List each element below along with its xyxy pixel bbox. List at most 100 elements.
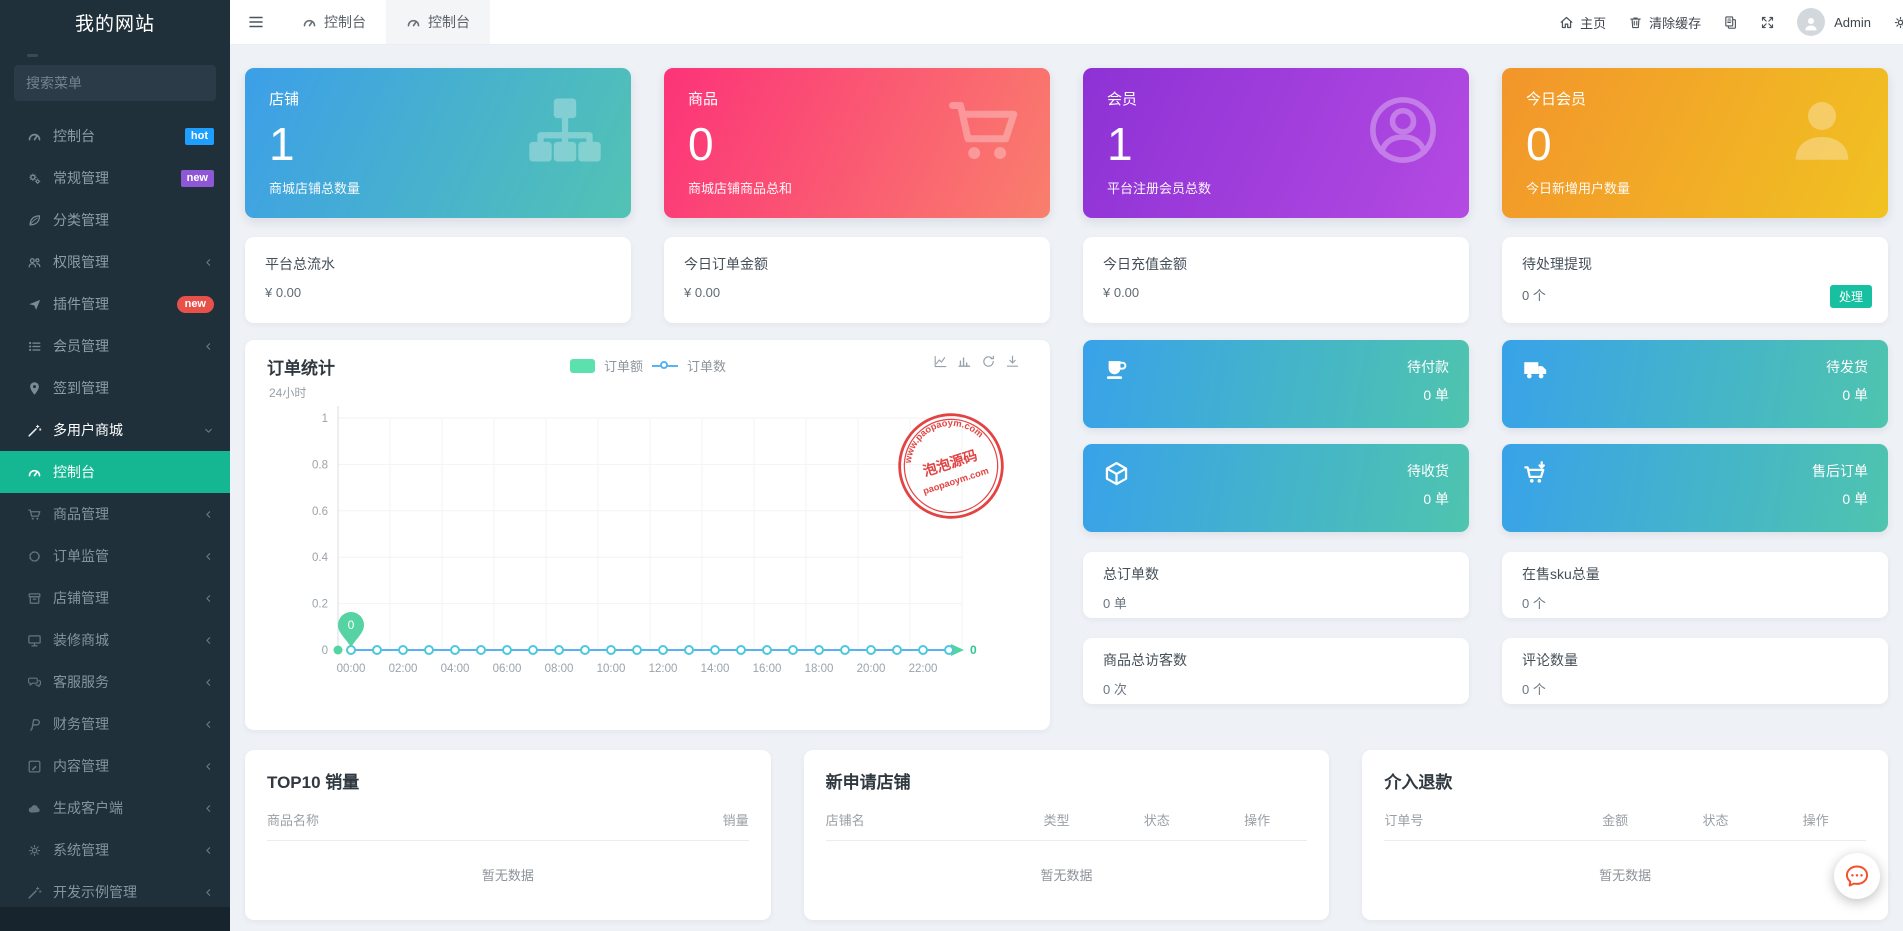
chevron-left-icon <box>203 509 214 520</box>
sidebar-item-category[interactable]: 分类管理 <box>0 199 230 241</box>
fullscreen-button[interactable] <box>1760 15 1775 30</box>
magic-wand-icon <box>27 423 42 438</box>
card-pending-receive[interactable]: 待收货 0 单 <box>1083 444 1469 532</box>
truck-icon <box>1522 356 1549 383</box>
svg-text:10:00: 10:00 <box>597 663 626 675</box>
sidebar-item-plugin[interactable]: 插件管理 new <box>0 283 230 325</box>
sidebar-item-multi-mall[interactable]: 多用户商城 <box>0 409 230 451</box>
archive-icon <box>27 591 42 606</box>
svg-text:0.2: 0.2 <box>312 599 328 611</box>
cart-arrow-down-icon <box>1522 460 1549 487</box>
sidebar-item-goods[interactable]: 商品管理 <box>0 493 230 535</box>
svg-text:12:00: 12:00 <box>649 663 678 675</box>
sidebar-item-console[interactable]: 控制台 hot <box>0 115 230 157</box>
table-header: 订单号 金额 状态 操作 <box>1384 810 1866 841</box>
tables-row: TOP10 销量 商品名称 销量 暂无数据 新申请店铺 店铺名 类型 状态 操作… <box>245 750 1888 920</box>
process-button[interactable]: 处理 <box>1830 285 1872 308</box>
svg-text:0.6: 0.6 <box>312 506 328 518</box>
money-cards-row: 平台总流水 ¥ 0.00 今日订单金额 ¥ 0.00 今日充值金额 ¥ 0.00… <box>245 237 1888 323</box>
sidebar-item-finance[interactable]: 财务管理 <box>0 703 230 745</box>
sidebar-item-client[interactable]: 生成客户端 <box>0 787 230 829</box>
gear-icon <box>27 843 42 858</box>
svg-text:20:00: 20:00 <box>857 663 886 675</box>
avatar <box>1797 8 1825 36</box>
sidebar-item-order-monitor[interactable]: 订单监管 <box>0 535 230 577</box>
collapse-menu-button[interactable] <box>230 0 282 45</box>
svg-text:18:00: 18:00 <box>805 663 834 675</box>
chevron-left-icon <box>203 593 214 604</box>
line-chart-toggle-icon[interactable] <box>933 354 948 369</box>
tab-console-2[interactable]: 控制台 <box>386 0 490 45</box>
stat-card-shops[interactable]: 店铺 1 商城店铺总数量 <box>245 68 631 218</box>
gear-icon <box>1893 15 1903 30</box>
chevron-left-icon <box>203 719 214 730</box>
sidebar-divider-dash <box>27 54 38 57</box>
sidebar-item-decorate[interactable]: 装修商城 <box>0 619 230 661</box>
topbar: 控制台 控制台 主页 清除缓存 Admin <box>230 0 1903 45</box>
empty-placeholder: 暂无数据 <box>826 865 1308 884</box>
cloud-icon <box>27 801 42 816</box>
order-status-cards: 待付款 0 单 待发货 0 单 待收货 0 单 售后订单 0 单 <box>1083 340 1888 532</box>
menu-search-input[interactable] <box>26 75 207 91</box>
card-sku-total: 在售sku总量 0 个 <box>1502 552 1888 618</box>
empty-placeholder: 暂无数据 <box>267 865 749 884</box>
svg-text:0.8: 0.8 <box>312 459 328 471</box>
user-menu[interactable]: Admin <box>1797 8 1871 36</box>
order-statistics-plot: 00.20.40.60.8100:0002:0004:0006:0008:001… <box>245 340 1050 730</box>
card-after-sale[interactable]: 售后订单 0 单 <box>1502 444 1888 532</box>
stat-card-today-members[interactable]: 今日会员 0 今日新增用户数量 <box>1502 68 1888 218</box>
sidebar-item-permission[interactable]: 权限管理 <box>0 241 230 283</box>
stat-card-goods[interactable]: 商品 0 商城店铺商品总和 <box>664 68 1050 218</box>
sidebar-item-mall-console[interactable]: 控制台 <box>0 451 230 493</box>
ring-icon <box>27 549 42 564</box>
legend-label[interactable]: 订单额 <box>604 356 643 375</box>
refresh-icon[interactable] <box>981 354 996 369</box>
clear-cache-button[interactable]: 清除缓存 <box>1628 13 1701 32</box>
chat-fab-button[interactable] <box>1834 853 1880 899</box>
legend-swatch-order-amount[interactable] <box>570 359 595 373</box>
sidebar-item-system[interactable]: 系统管理 <box>0 829 230 871</box>
download-icon[interactable] <box>1005 354 1020 369</box>
sidebar-item-general[interactable]: 常规管理 new <box>0 157 230 199</box>
pen-square-icon <box>27 759 42 774</box>
gauge-icon <box>27 129 42 144</box>
table-header: 店铺名 类型 状态 操作 <box>826 810 1308 841</box>
sidebar-item-content[interactable]: 内容管理 <box>0 745 230 787</box>
sidebar-search[interactable] <box>14 65 216 101</box>
watermark-stamp: www.paopaoym.com 泡泡源码 paopaoym.com <box>895 410 1007 522</box>
chevron-left-icon <box>203 803 214 814</box>
mini-stat-cards: 总订单数 0 单 在售sku总量 0 个 商品总访客数 0 次 评论数量 0 个 <box>1083 552 1888 704</box>
settings-button[interactable] <box>1893 15 1903 30</box>
sidebar-item-service[interactable]: 客服服务 <box>0 661 230 703</box>
sidebar-item-shop[interactable]: 店铺管理 <box>0 577 230 619</box>
docs-button[interactable] <box>1723 15 1738 30</box>
sidebar-item-member[interactable]: 会员管理 <box>0 325 230 367</box>
sidebar-item-signin[interactable]: 签到管理 <box>0 367 230 409</box>
cube-icon <box>1103 460 1130 487</box>
trash-icon <box>1628 15 1643 30</box>
card-total-orders: 总订单数 0 单 <box>1083 552 1469 618</box>
card-comments: 评论数量 0 个 <box>1502 638 1888 704</box>
sidebar-footer-bar[interactable] <box>0 907 230 931</box>
cart-icon <box>942 88 1026 172</box>
chevron-down-icon <box>203 425 214 436</box>
bar-chart-toggle-icon[interactable] <box>957 354 972 369</box>
svg-text:0: 0 <box>322 645 328 657</box>
svg-text:08:00: 08:00 <box>545 663 574 675</box>
chart-title: 订单统计 <box>267 354 335 379</box>
card-pending-ship[interactable]: 待发货 0 单 <box>1502 340 1888 428</box>
card-today-order-amount: 今日订单金额 ¥ 0.00 <box>664 237 1050 323</box>
home-icon <box>1559 15 1574 30</box>
table-header: 商品名称 销量 <box>267 810 749 841</box>
chevron-left-icon <box>203 551 214 562</box>
stat-card-members[interactable]: 会员 1 平台注册会员总数 <box>1083 68 1469 218</box>
chart-toolbox <box>933 354 1020 369</box>
home-link[interactable]: 主页 <box>1559 13 1606 32</box>
chevron-left-icon <box>203 677 214 688</box>
legend-glyph-order-count[interactable] <box>652 359 678 373</box>
card-today-recharge: 今日充值金额 ¥ 0.00 <box>1083 237 1469 323</box>
tab-console-1[interactable]: 控制台 <box>282 0 386 45</box>
legend-label[interactable]: 订单数 <box>687 356 726 375</box>
card-pending-payment[interactable]: 待付款 0 单 <box>1083 340 1469 428</box>
sitemap-icon <box>523 88 607 172</box>
